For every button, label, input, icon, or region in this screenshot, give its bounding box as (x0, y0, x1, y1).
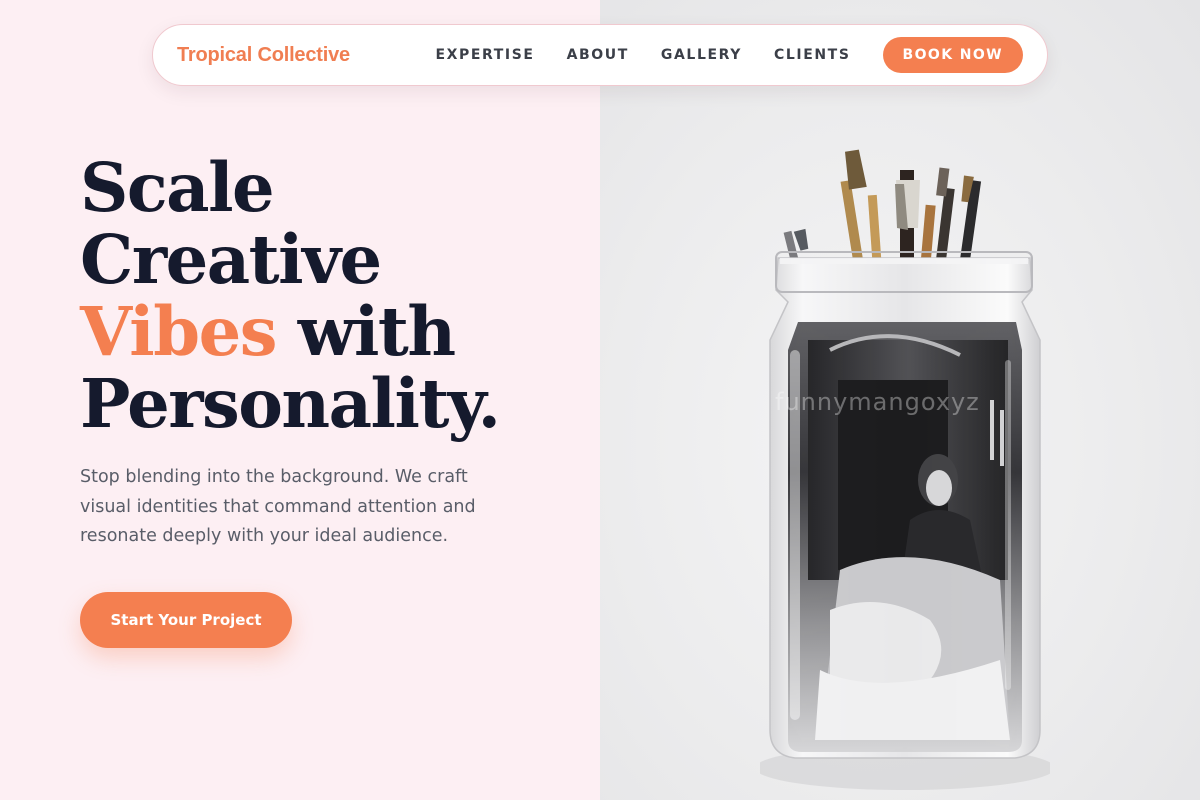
nav-link-gallery[interactable]: GALLERY (661, 47, 742, 63)
brand-logo-text[interactable]: Tropical Collective (177, 44, 350, 67)
hero-title-line1: Scale (80, 148, 275, 227)
nav-link-clients[interactable]: CLIENTS (774, 47, 851, 63)
hero-title-line4: Personality. (80, 364, 501, 443)
hero-subtitle: Stop blending into the background. We cr… (80, 467, 476, 546)
hero-title-line2: Creative (80, 220, 382, 299)
hero-title-accent: Vibes (80, 292, 277, 371)
book-now-button[interactable]: BOOK NOW (882, 37, 1023, 73)
hero-title: Scale Creative Vibes with Personality. (80, 152, 580, 440)
nav-link-about[interactable]: ABOUT (567, 47, 629, 63)
brush-jar-photo (755, 140, 1055, 800)
image-watermark: funnymangoxyz (775, 388, 980, 416)
nav-link-expertise[interactable]: EXPERTISE (435, 47, 534, 63)
hero-title-line3: with (275, 292, 456, 371)
top-navbar: Tropical Collective EXPERTISE ABOUT GALL… (152, 24, 1048, 86)
hero-image-panel: funnymangoxyz (600, 0, 1200, 800)
nav-links: EXPERTISE ABOUT GALLERY CLIENTS BOOK NOW (435, 37, 1023, 73)
start-project-button[interactable]: Start Your Project (80, 592, 292, 648)
vintage-photo (788, 322, 1022, 752)
